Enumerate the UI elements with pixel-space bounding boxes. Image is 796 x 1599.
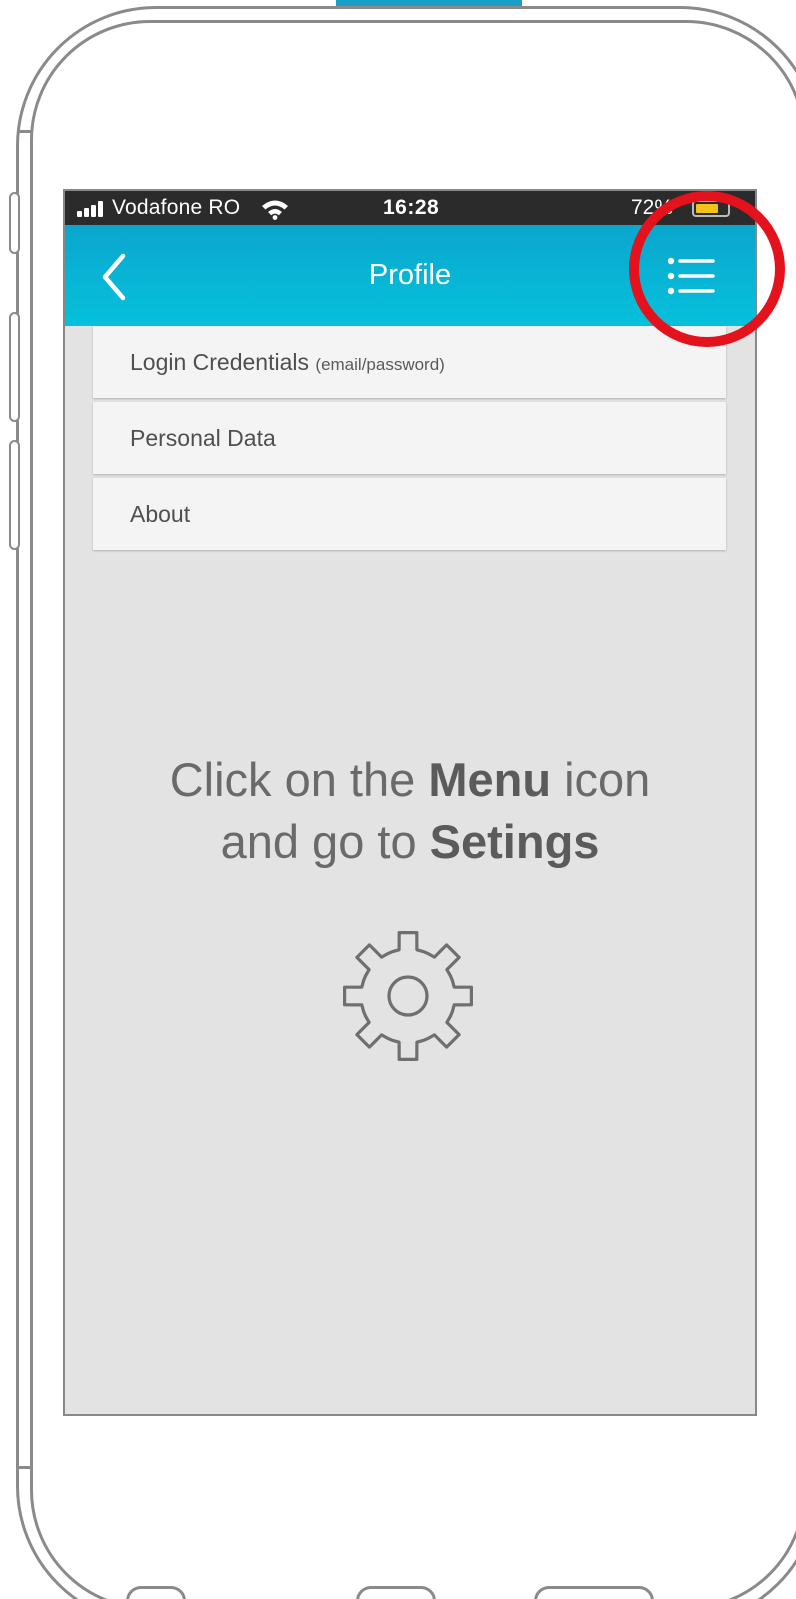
- carrier-name: Vodafone RO: [112, 196, 241, 219]
- instruction-line-1: Click on the Menu icon: [169, 753, 651, 806]
- volume-up-button: [9, 312, 20, 422]
- instruction-keyword-settings: Setings: [429, 815, 600, 868]
- instruction-keyword-menu: Menu: [428, 753, 552, 806]
- signal-bars-icon: [77, 201, 107, 217]
- list-item-label: About: [130, 501, 191, 527]
- list-item-personal-data[interactable]: Personal Data: [93, 402, 726, 474]
- battery-level-fill: [696, 204, 718, 213]
- back-button[interactable]: [95, 252, 139, 302]
- frame-bottom-detail: [126, 1586, 186, 1599]
- gear-icon: [343, 931, 473, 1061]
- battery-icon: [692, 200, 730, 217]
- list-item-label: Login Credentials: [130, 349, 310, 375]
- status-time: 16:28: [383, 196, 440, 219]
- mute-switch: [9, 192, 20, 254]
- status-bar: Vodafone RO 16:28 72%: [65, 191, 755, 225]
- app-header: Profile: [65, 225, 755, 326]
- menu-button[interactable]: [661, 251, 719, 301]
- tutorial-slide: Vodafone RO 16:28 72% Profile Login Cred…: [0, 0, 796, 1599]
- instruction-line-2: and go to Setings: [220, 815, 600, 868]
- list-item-hint: (email/password): [315, 355, 445, 374]
- gear-outline: [343, 931, 473, 1061]
- phone-screen: Vodafone RO 16:28 72% Profile Login Cred…: [63, 189, 757, 1416]
- wifi-icon: [262, 200, 288, 220]
- list-item-label: Personal Data: [130, 425, 276, 451]
- list-item-login-credentials[interactable]: Login Credentials (email/password): [93, 326, 726, 398]
- instruction-text: Click on the Menu icon and go to Setings: [65, 749, 755, 873]
- list-item-about[interactable]: About: [93, 478, 726, 550]
- volume-down-button: [9, 440, 20, 550]
- profile-menu-list: Login Credentials (email/password) Perso…: [93, 326, 726, 554]
- frame-bottom-detail: [534, 1586, 654, 1599]
- frame-tick: [18, 1466, 32, 1469]
- frame-tick: [18, 130, 32, 133]
- battery-percent: 72%: [631, 196, 674, 219]
- chevron-left-icon: [102, 253, 126, 301]
- page-title: Profile: [368, 259, 452, 291]
- frame-bottom-detail: [356, 1586, 436, 1599]
- list-menu-icon: [667, 257, 715, 295]
